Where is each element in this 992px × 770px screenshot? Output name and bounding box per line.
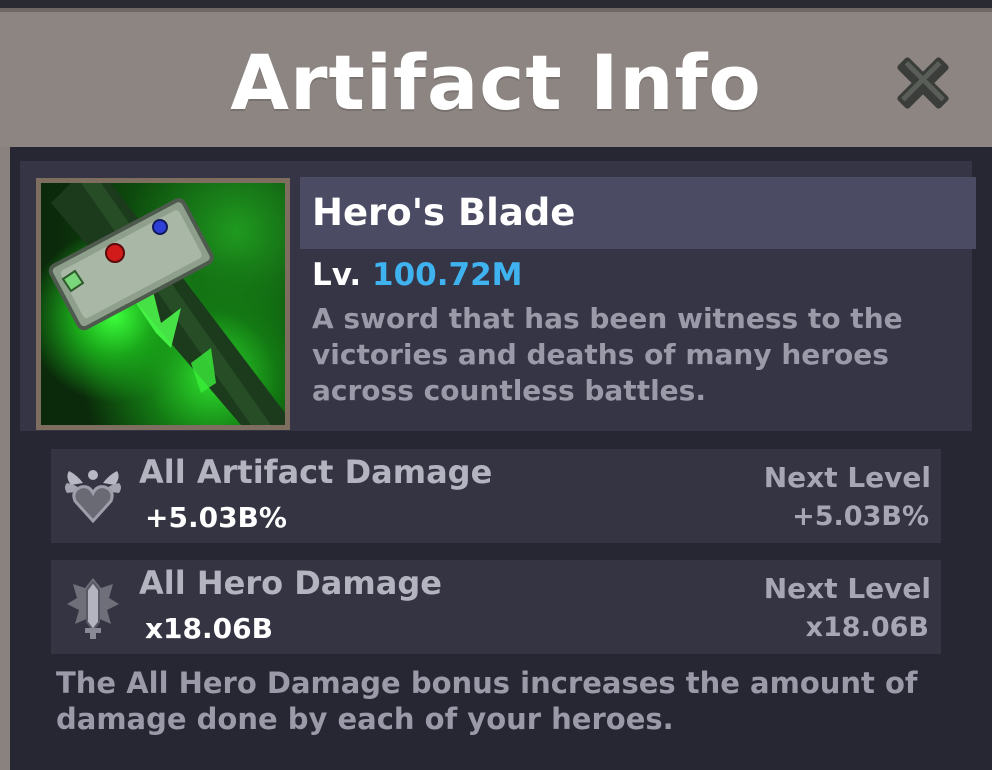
sword-illustration bbox=[48, 183, 285, 425]
artifact-level: Lv. 100.72M bbox=[312, 257, 523, 293]
dialog-title: Artifact Info bbox=[230, 38, 762, 127]
heart-wings-icon bbox=[65, 470, 121, 524]
level-value: 100.72M bbox=[372, 257, 523, 293]
stat-name: All Hero Damage bbox=[139, 564, 442, 602]
stat-name: All Artifact Damage bbox=[139, 453, 493, 491]
dialog-body: Hero's Blade Lv. 100.72M A sword that ha… bbox=[10, 147, 992, 770]
next-level-label: Next Level bbox=[763, 572, 931, 605]
green-sword-icon bbox=[41, 183, 285, 425]
stat-row-artifact-damage: All Artifact Damage +5.03B% Next Level +… bbox=[51, 449, 941, 543]
stat-value: x18.06B bbox=[145, 612, 273, 645]
close-button[interactable] bbox=[888, 50, 958, 116]
artifact-card: Hero's Blade Lv. 100.72M A sword that ha… bbox=[20, 161, 976, 431]
sword-emblem-icon bbox=[67, 578, 119, 639]
artifact-description: A sword that has been witness to the vic… bbox=[312, 302, 903, 407]
stat-row-hero-damage: All Hero Damage x18.06B Next Level x18.0… bbox=[51, 560, 941, 654]
artifact-name-bar: Hero's Blade bbox=[300, 177, 976, 249]
level-prefix: Lv. bbox=[312, 257, 362, 293]
artifact-image-frame bbox=[36, 178, 290, 430]
next-level-value: x18.06B bbox=[805, 612, 929, 643]
bonus-description: The All Hero Damage bonus increases the … bbox=[56, 666, 918, 736]
artifact-name: Hero's Blade bbox=[312, 191, 576, 234]
next-level-label: Next Level bbox=[763, 461, 931, 494]
next-level-value: +5.03B% bbox=[792, 501, 929, 532]
top-edge bbox=[0, 0, 992, 12]
close-icon bbox=[897, 57, 949, 109]
stat-value: +5.03B% bbox=[145, 501, 287, 534]
